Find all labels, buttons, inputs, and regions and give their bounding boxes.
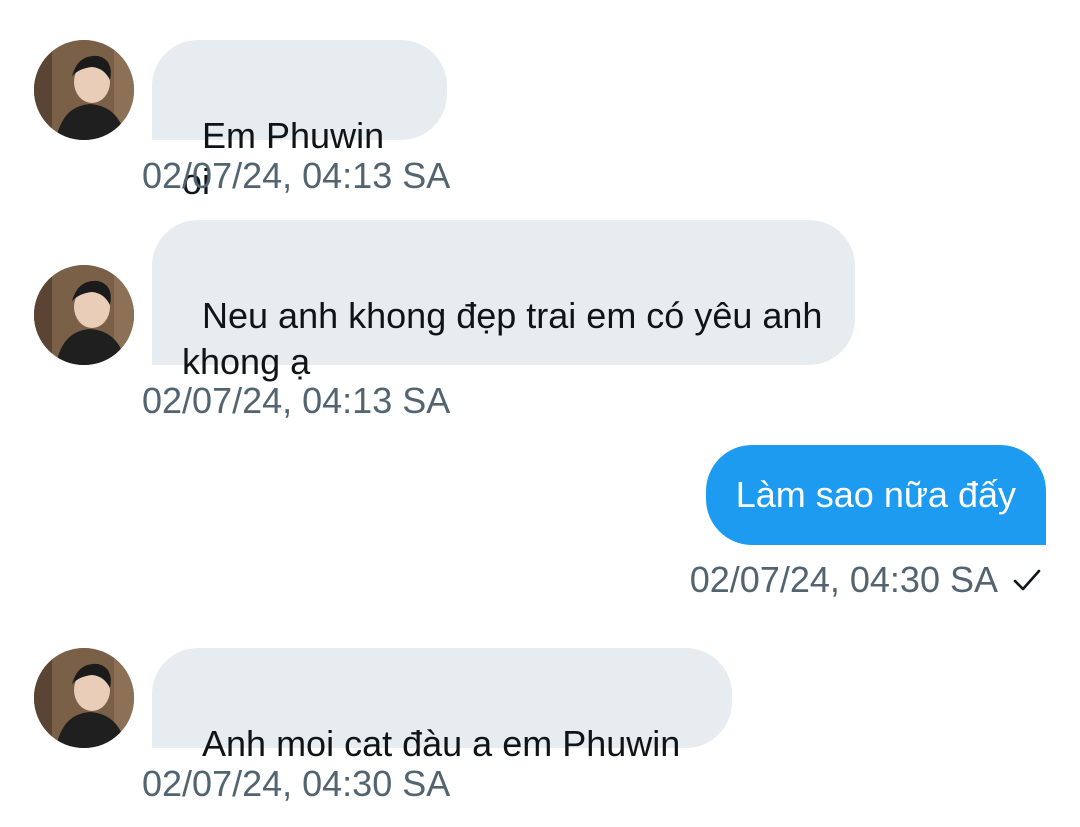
message-text: Anh moi cat đàu a em Phuwin (202, 723, 681, 764)
message-timestamp: 02/07/24, 04:30 SA (689, 559, 998, 600)
message-text: Làm sao nữa đấy (735, 474, 1016, 515)
message-timestamp-row: 02/07/24, 04:30 SA (690, 560, 1042, 600)
check-icon (1012, 565, 1042, 595)
avatar[interactable] (34, 648, 134, 748)
message-bubble-incoming[interactable]: Em Phuwin oi (152, 40, 447, 202)
avatar[interactable] (34, 40, 134, 140)
user-avatar-icon (34, 265, 134, 365)
user-avatar-icon (34, 648, 134, 748)
message-text: Neu anh khong đẹp trai em có yêu anh kho… (182, 295, 833, 382)
message-timestamp: 02/07/24, 04:30 SA (142, 763, 451, 804)
message-bubble-outgoing[interactable]: Làm sao nữa đấy (705, 445, 1046, 545)
message-timestamp: 02/07/24, 04:13 SA (142, 155, 451, 196)
avatar[interactable] (34, 265, 134, 365)
message-bubble-incoming[interactable]: Anh moi cat đàu a em Phuwin (152, 648, 732, 764)
message-timestamp: 02/07/24, 04:13 SA (142, 380, 451, 421)
user-avatar-icon (34, 40, 134, 140)
message-bubble-incoming[interactable]: Neu anh khong đẹp trai em có yêu anh kho… (152, 220, 855, 382)
